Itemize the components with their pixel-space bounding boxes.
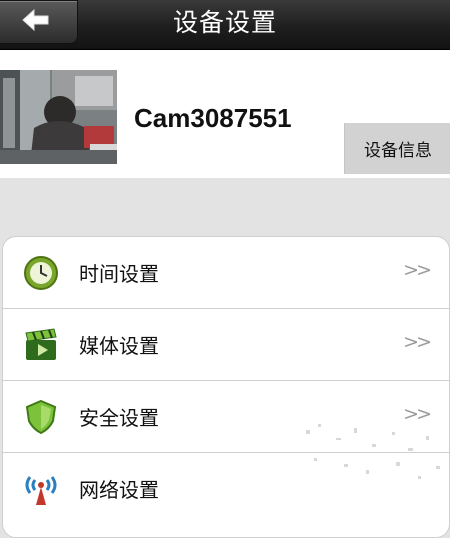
settings-list: 时间设置 >> 媒体设置 >> 安全设置 >> 网络设置 xyxy=(2,236,450,538)
clapperboard-icon xyxy=(23,327,59,363)
settings-item-security[interactable]: 安全设置 >> xyxy=(3,381,449,453)
chevron-right-icon: >> xyxy=(403,259,432,281)
device-info-button[interactable]: 设备信息 xyxy=(344,123,450,174)
chevron-right-icon: >> xyxy=(403,331,432,353)
settings-item-label: 时间设置 xyxy=(79,262,159,286)
settings-item-media[interactable]: 媒体设置 >> xyxy=(3,309,449,381)
camera-thumbnail[interactable] xyxy=(0,70,117,164)
device-name: Cam3087551 xyxy=(134,103,292,133)
settings-item-label: 网络设置 xyxy=(79,478,159,502)
clock-icon xyxy=(23,255,59,291)
settings-item-network[interactable]: 网络设置 xyxy=(3,453,449,524)
shield-icon xyxy=(23,399,59,435)
page-title: 设备设置 xyxy=(172,8,277,37)
settings-item-label: 媒体设置 xyxy=(79,334,159,358)
top-bar: 设备设置 xyxy=(0,0,450,50)
settings-item-time[interactable]: 时间设置 >> xyxy=(3,237,449,309)
settings-item-label: 安全设置 xyxy=(79,406,159,430)
chevron-right-icon: >> xyxy=(403,403,432,425)
wifi-antenna-icon xyxy=(23,471,59,507)
device-panel: Cam3087551 设备信息 xyxy=(0,50,450,178)
